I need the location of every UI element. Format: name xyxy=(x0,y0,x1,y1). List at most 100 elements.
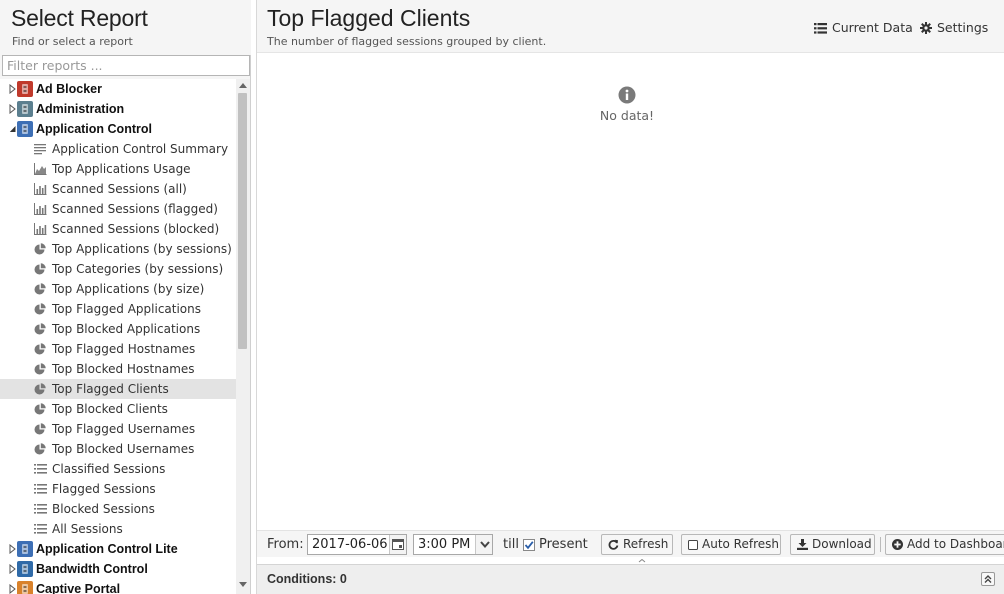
from-date-field[interactable]: 2017-06-06 xyxy=(307,534,407,555)
pie-chart-icon xyxy=(34,323,46,335)
tree-category-application-control[interactable]: Application Control xyxy=(0,119,236,139)
triangle-right-icon[interactable] xyxy=(5,539,16,559)
tree-report-top-blocked-applications[interactable]: Top Blocked Applications xyxy=(0,319,236,339)
triangle-down-icon[interactable] xyxy=(5,119,16,139)
tree-report-scanned-sessions-all[interactable]: Scanned Sessions (all) xyxy=(0,179,236,199)
triangle-right-icon[interactable] xyxy=(5,99,16,119)
text-lines-icon xyxy=(34,144,46,155)
conditions-label: Conditions: 0 xyxy=(267,572,347,586)
tree-report-flagged-sessions[interactable]: Flagged Sessions xyxy=(0,479,236,499)
bar-chart-icon xyxy=(34,203,47,215)
tree-report-top-flagged-hostnames[interactable]: Top Flagged Hostnames xyxy=(0,339,236,359)
report-selector-header: Select Report Find or select a report xyxy=(0,0,251,55)
triangle-right-icon[interactable] xyxy=(5,579,16,594)
tree-report-top-applications-by-size[interactable]: Top Applications (by size) xyxy=(0,279,236,299)
tree-scrollbar[interactable] xyxy=(236,79,250,594)
present-checkbox[interactable] xyxy=(523,539,535,551)
pie-chart-icon xyxy=(34,343,46,355)
tree-report-label: Scanned Sessions (blocked) xyxy=(52,222,220,236)
time-dropdown-trigger[interactable] xyxy=(475,535,492,554)
tree-category-administration[interactable]: Administration xyxy=(0,99,236,119)
tree-report-label: Top Blocked Clients xyxy=(52,402,168,416)
application-control-lite-icon xyxy=(17,541,33,557)
filter-reports-input[interactable] xyxy=(2,55,250,76)
pie-chart-icon xyxy=(34,283,46,295)
tree-report-top-flagged-applications[interactable]: Top Flagged Applications xyxy=(0,299,236,319)
tree-report-top-applications-usage[interactable]: Top Applications Usage xyxy=(0,159,236,179)
tree-report-top-flagged-usernames[interactable]: Top Flagged Usernames xyxy=(0,419,236,439)
current-data-button[interactable]: Current Data xyxy=(814,19,913,37)
tree-report-scanned-sessions-blocked[interactable]: Scanned Sessions (blocked) xyxy=(0,219,236,239)
pie-chart-icon xyxy=(34,363,46,375)
report-selector-title: Select Report xyxy=(11,5,148,31)
tree-report-label: Blocked Sessions xyxy=(52,502,155,516)
report-description: The number of flagged sessions grouped b… xyxy=(267,35,547,48)
present-label: Present xyxy=(539,537,588,552)
add-to-dashboard-label: Add to Dashboar xyxy=(907,537,1004,551)
no-data-message: No data! xyxy=(257,86,997,123)
triangle-right-icon[interactable] xyxy=(5,79,16,99)
tree-report-top-applications-by-sessions[interactable]: Top Applications (by sessions) xyxy=(0,239,236,259)
tree-report-label: Top Applications Usage xyxy=(52,162,191,176)
tree-report-application-control-summary[interactable]: Application Control Summary xyxy=(0,139,236,159)
tree-report-top-blocked-hostnames[interactable]: Top Blocked Hostnames xyxy=(0,359,236,379)
bar-chart-icon xyxy=(34,223,47,235)
scroll-down-arrow-icon[interactable] xyxy=(239,582,247,587)
list-icon xyxy=(34,484,47,494)
from-time-field[interactable]: 3:00 PM xyxy=(413,534,493,555)
tree-report-scanned-sessions-flagged[interactable]: Scanned Sessions (flagged) xyxy=(0,199,236,219)
triangle-right-icon[interactable] xyxy=(5,559,16,579)
bandwidth-control-icon xyxy=(17,561,33,577)
tree-category-captive-portal[interactable]: Captive Portal xyxy=(0,579,236,594)
no-data-text: No data! xyxy=(599,108,655,123)
current-data-label: Current Data xyxy=(832,20,913,35)
tree-report-label: Top Blocked Hostnames xyxy=(52,362,195,376)
tree-report-top-flagged-clients[interactable]: Top Flagged Clients xyxy=(0,379,236,399)
pie-chart-icon xyxy=(34,423,46,435)
pie-chart-icon xyxy=(34,403,46,415)
tree-category-bandwidth-control[interactable]: Bandwidth Control xyxy=(0,559,236,579)
area-chart-icon xyxy=(34,163,47,175)
tree-report-label: Application Control Summary xyxy=(52,142,229,156)
refresh-label: Refresh xyxy=(623,537,669,551)
tree-report-top-blocked-clients[interactable]: Top Blocked Clients xyxy=(0,399,236,419)
from-date-value: 2017-06-06 xyxy=(312,537,388,552)
tree-report-label: Classified Sessions xyxy=(52,462,166,476)
tree-report-label: Top Flagged Applications xyxy=(52,302,202,316)
scroll-up-arrow-icon[interactable] xyxy=(239,83,247,88)
info-icon xyxy=(618,86,636,104)
plus-circle-icon xyxy=(892,539,903,550)
auto-refresh-button[interactable]: Auto Refresh xyxy=(681,534,781,555)
conditions-bar: Conditions: 0 xyxy=(257,564,1004,594)
download-button[interactable]: Download xyxy=(790,534,875,555)
scrollbar-thumb[interactable] xyxy=(238,93,247,349)
conditions-expand-button[interactable] xyxy=(981,572,995,586)
tree-report-blocked-sessions[interactable]: Blocked Sessions xyxy=(0,499,236,519)
download-icon xyxy=(797,539,808,550)
ad-blocker-icon xyxy=(17,81,33,97)
toolbar-separator xyxy=(880,537,881,552)
splitter-handle[interactable] xyxy=(627,559,657,563)
settings-button[interactable]: Settings xyxy=(920,19,988,37)
chevron-down-icon xyxy=(480,541,490,549)
settings-label: Settings xyxy=(937,20,989,35)
tree-report-label: Top Flagged Hostnames xyxy=(52,342,196,356)
download-label: Download xyxy=(812,537,872,551)
list-icon xyxy=(34,524,47,534)
report-header: Top Flagged Clients The number of flagge… xyxy=(257,0,1004,53)
tree-report-label: Scanned Sessions (all) xyxy=(52,182,187,196)
tree-category-application-control-lite[interactable]: Application Control Lite xyxy=(0,539,236,559)
tree-report-classified-sessions[interactable]: Classified Sessions xyxy=(0,459,236,479)
refresh-button[interactable]: Refresh xyxy=(601,534,673,555)
report-selector-panel: Select Report Find or select a report Ad… xyxy=(0,0,251,594)
date-picker-trigger[interactable] xyxy=(389,535,406,554)
captive-portal-icon xyxy=(17,581,33,594)
tree-category-ad-blocker[interactable]: Ad Blocker xyxy=(0,79,236,99)
tree-report-label: Top Flagged Usernames xyxy=(52,422,196,436)
tree-report-top-categories-by-sessions[interactable]: Top Categories (by sessions) xyxy=(0,259,236,279)
report-tree: Ad Blocker Administration Application Cont… xyxy=(0,79,236,594)
tree-report-top-blocked-usernames[interactable]: Top Blocked Usernames xyxy=(0,439,236,459)
pie-chart-icon xyxy=(34,243,46,255)
tree-report-all-sessions[interactable]: All Sessions xyxy=(0,519,236,539)
add-to-dashboard-button[interactable]: Add to Dashboar xyxy=(885,534,1004,555)
